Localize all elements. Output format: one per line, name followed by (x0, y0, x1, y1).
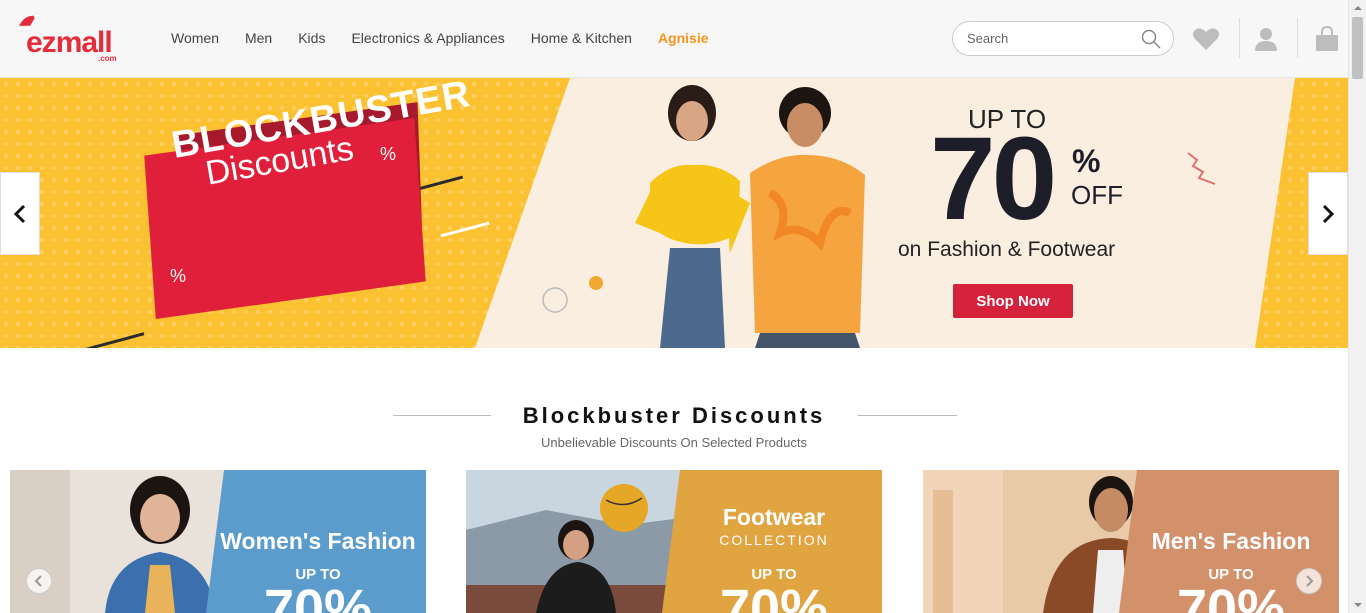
page-scrollbar[interactable] (1348, 0, 1366, 613)
section-title: Blockbuster Discounts (522, 403, 826, 428)
card-subtitle: COLLECTION (719, 532, 829, 548)
chevron-left-icon (13, 204, 26, 223)
header-divider (1297, 18, 1298, 58)
main-nav: Women Men Kids Electronics & Appliances … (171, 30, 735, 46)
scroll-up-arrow-icon[interactable] (1353, 3, 1363, 13)
nav-men[interactable]: Men (245, 30, 272, 46)
hero-discount-percent: % (1072, 143, 1101, 179)
cards-prev-button[interactable] (26, 568, 52, 594)
category-card-womens[interactable]: Women's Fashion UP TO 70% (10, 470, 426, 613)
chevron-right-icon (1306, 575, 1314, 587)
site-header: ezmall .com Women Men Kids Electronics &… (0, 0, 1348, 78)
fashion-models-photo (635, 85, 865, 348)
badge-percent-mark: % (380, 144, 397, 164)
card-title: Women's Fashion (220, 528, 416, 554)
hero-subtitle: on Fashion & Footwear (898, 238, 1116, 261)
nav-home-kitchen[interactable]: Home & Kitchen (531, 30, 632, 46)
account-button[interactable] (1251, 24, 1281, 54)
decor-circles (542, 276, 603, 313)
nav-agnisie[interactable]: Agnisie (658, 30, 709, 46)
category-card-footwear[interactable]: Footwear COLLECTION UP TO 70% (466, 470, 882, 613)
shopping-bag-icon (1316, 26, 1338, 51)
scroll-down-arrow-icon[interactable] (1353, 600, 1363, 610)
search-box (952, 21, 1174, 56)
search-input[interactable] (967, 22, 1137, 55)
category-card-mens[interactable]: Men's Fashion UP TO 70% (923, 470, 1339, 613)
nav-women[interactable]: Women (171, 30, 219, 46)
chevron-left-icon (34, 575, 42, 587)
logo-tld: .com (98, 54, 117, 63)
user-icon (1255, 28, 1277, 51)
nav-electronics-appliances[interactable]: Electronics & Appliances (351, 30, 504, 46)
wishlist-button[interactable] (1191, 24, 1221, 54)
cart-button[interactable] (1312, 24, 1342, 54)
hero-prev-button[interactable] (0, 172, 40, 255)
hero-off-label: OFF (1071, 180, 1123, 210)
cards-next-button[interactable] (1296, 568, 1322, 594)
section-subtitle: Unbelievable Discounts On Selected Produ… (541, 435, 807, 450)
heart-icon (1193, 28, 1219, 50)
ezmall-logo[interactable]: ezmall .com (16, 12, 126, 63)
decor-squiggle (1187, 152, 1216, 185)
card-title: Men's Fashion (1151, 528, 1311, 554)
card-title: Footwear (722, 504, 826, 530)
nav-kids[interactable]: Kids (298, 30, 325, 46)
search-icon[interactable] (1141, 29, 1161, 49)
hero-discount-value: 70 (930, 113, 1057, 245)
card-value: 70% (263, 579, 373, 613)
shop-now-button[interactable]: Shop Now (953, 284, 1073, 318)
hero-next-button[interactable] (1308, 172, 1348, 255)
badge-percent-mark: % (170, 266, 187, 286)
chevron-right-icon (1322, 204, 1335, 223)
card-value: 70% (719, 579, 829, 613)
scrollbar-thumb[interactable] (1352, 17, 1363, 79)
header-divider (1239, 18, 1240, 58)
